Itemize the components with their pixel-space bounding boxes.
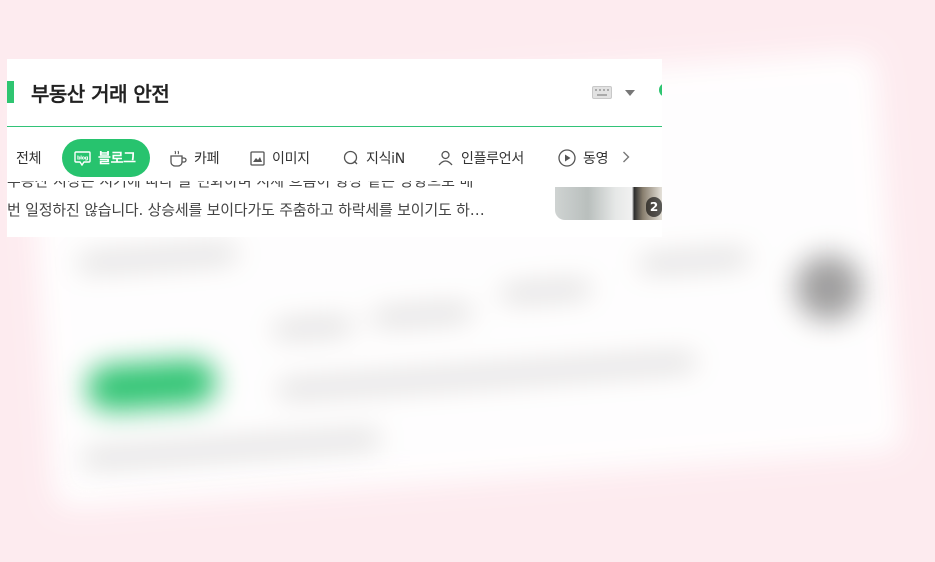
video-icon bbox=[558, 149, 576, 167]
tab-cafe[interactable]: 카페 bbox=[169, 139, 219, 177]
search-result-panel: 부동산 거래 안전 전체 blog 블로그 카페 이미지 지식iN 인플루언서 … bbox=[7, 59, 662, 237]
image-icon bbox=[250, 150, 265, 166]
search-tabs: 전체 blog 블로그 카페 이미지 지식iN 인플루언서 동영 bbox=[7, 139, 662, 177]
cafe-icon bbox=[170, 150, 187, 167]
blurred-text bbox=[81, 431, 382, 467]
section-title: 부동산 거래 안전 bbox=[31, 82, 170, 106]
tab-label: 지식iN bbox=[366, 151, 405, 167]
tab-image[interactable]: 이미지 bbox=[250, 139, 310, 177]
svg-text:blog: blog bbox=[77, 155, 89, 161]
clipped-snippet-line: 부동산 시장은 시기에 따라 늘 변화하며 시세 흐름이 항상 같은 방향으로 … bbox=[7, 181, 474, 190]
section-header: 부동산 거래 안전 bbox=[7, 59, 662, 127]
blurred-text bbox=[371, 304, 473, 326]
tab-label: 전체 bbox=[16, 151, 42, 167]
tab-blog[interactable]: blog 블로그 bbox=[62, 139, 150, 177]
tab-label: 이미지 bbox=[272, 151, 310, 167]
header-accent-bar bbox=[7, 81, 14, 103]
snippet-text: 번 일정하진 않습니다. 상승세를 보이다가도 주춤하고 하락세를 보이기도 하… bbox=[7, 201, 485, 219]
tab-label: 카페 bbox=[194, 151, 220, 167]
blurred-text bbox=[272, 317, 354, 338]
blog-icon: blog bbox=[74, 150, 91, 166]
tab-label: 인플루언서 bbox=[461, 151, 524, 167]
chevron-right-icon[interactable] bbox=[622, 151, 630, 163]
tab-influencer[interactable]: 인플루언서 bbox=[437, 139, 524, 177]
influencer-icon bbox=[438, 150, 453, 166]
search-button[interactable] bbox=[659, 83, 662, 97]
tab-label: 동영 bbox=[583, 151, 609, 167]
tab-kin[interactable]: 지식iN bbox=[343, 139, 405, 177]
kin-icon bbox=[343, 150, 358, 165]
keyboard-icon[interactable] bbox=[592, 86, 612, 99]
all-icon bbox=[7, 151, 9, 165]
tab-label: 블로그 bbox=[98, 151, 136, 167]
blurred-avatar bbox=[793, 252, 864, 323]
blurred-pill bbox=[85, 357, 219, 413]
blurred-text bbox=[638, 250, 750, 272]
image-count-badge: 2 bbox=[646, 197, 662, 217]
result-thumbnail[interactable]: 2 bbox=[555, 187, 662, 220]
blurred-text bbox=[500, 281, 592, 302]
tab-all[interactable]: 전체 bbox=[7, 139, 41, 177]
tab-video[interactable]: 동영 bbox=[558, 139, 608, 177]
blurred-text bbox=[276, 354, 697, 398]
blurred-text bbox=[77, 245, 239, 271]
caret-down-icon[interactable] bbox=[625, 90, 635, 96]
